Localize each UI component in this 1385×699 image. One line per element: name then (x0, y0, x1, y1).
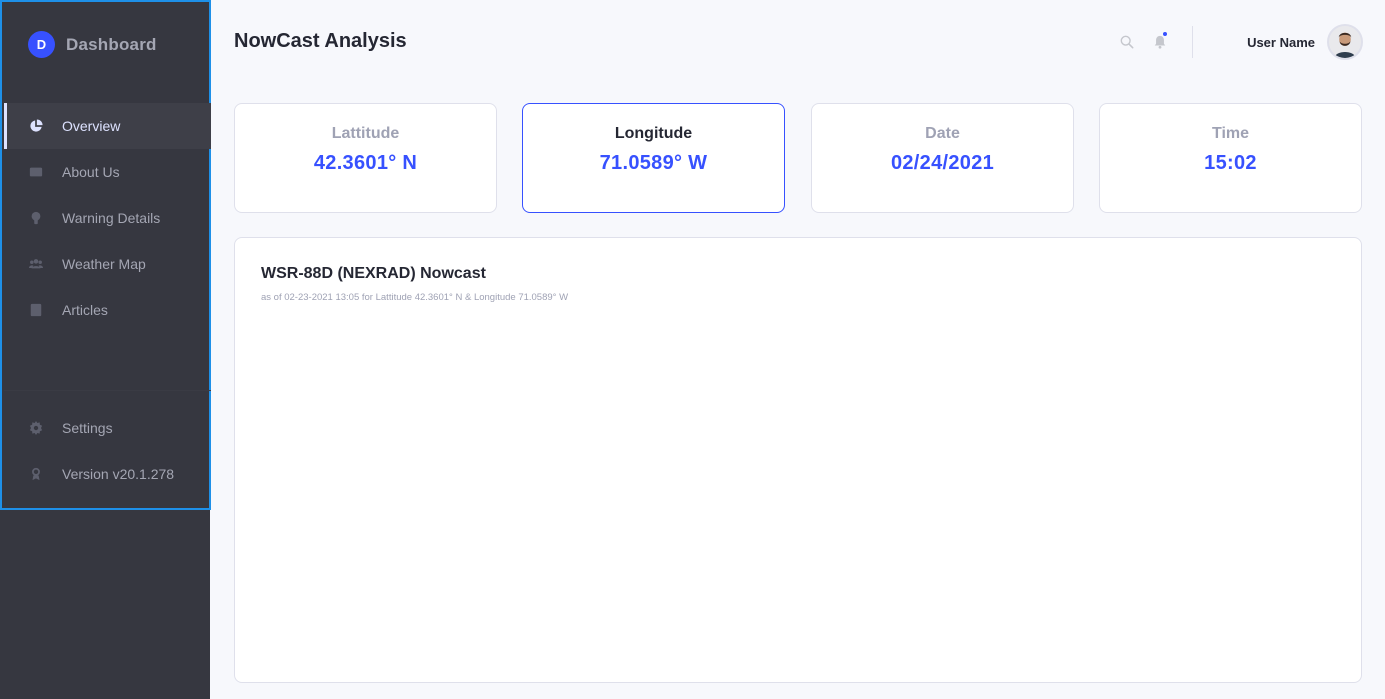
sidebar-item-label: Version v20.1.278 (62, 466, 175, 482)
badge-icon (28, 466, 44, 482)
stat-card-time[interactable]: Time 15:02 (1099, 103, 1362, 213)
sidebar-item-label: Warning Details (62, 210, 161, 226)
gear-icon (28, 420, 44, 436)
sidebar-item-label: Overview (62, 118, 121, 134)
stat-card-longitude[interactable]: Longitude 71.0589° W (522, 103, 785, 213)
header-divider (1192, 26, 1194, 58)
panel-title: WSR-88D (NEXRAD) Nowcast (261, 265, 486, 282)
nowcast-panel: WSR-88D (NEXRAD) Nowcast as of 02-23-202… (234, 237, 1362, 683)
card-value: 42.3601° N (313, 152, 418, 174)
user-name[interactable]: User Name (1247, 35, 1315, 50)
card-value: 02/24/2021 (890, 152, 995, 174)
panel-subtitle: as of 02-23-2021 13:05 for Lattitude 42.… (261, 292, 569, 303)
sidebar-item-about-us[interactable]: About Us (4, 149, 211, 195)
sidebar-item-label: Articles (62, 302, 108, 318)
id-card-icon (28, 164, 44, 180)
stat-card-latitude[interactable]: Lattitude 42.3601° N (234, 103, 497, 213)
pie-chart-icon (28, 118, 44, 134)
lightbulb-icon (28, 210, 44, 226)
sidebar-item-weather-map[interactable]: Weather Map (4, 241, 211, 287)
search-icon[interactable] (1119, 34, 1135, 50)
sidebar-divider (4, 390, 211, 391)
sidebar-item-label: About Us (62, 164, 120, 180)
page-title: NowCast Analysis (234, 30, 407, 52)
sidebar-item-version[interactable]: Version v20.1.278 (4, 451, 211, 497)
brand-logo-icon: D (28, 31, 55, 58)
brand[interactable]: D Dashboard (28, 31, 157, 58)
card-label: Time (1211, 125, 1250, 142)
bell-icon[interactable] (1152, 31, 1169, 50)
book-icon (28, 302, 44, 318)
sidebar-item-warning-details[interactable]: Warning Details (4, 195, 211, 241)
sidebar-item-label: Weather Map (62, 256, 146, 272)
sidebar-item-overview[interactable]: Overview (4, 103, 211, 149)
card-label: Longitude (614, 125, 693, 142)
sidebar-menu-region: D Dashboard Overview About Us Warning De… (0, 0, 211, 510)
card-value: 15:02 (1204, 152, 1257, 174)
sidebar-item-articles[interactable]: Articles (4, 287, 211, 333)
header-toolbar: User Name (1102, 24, 1363, 60)
card-label: Date (925, 125, 960, 142)
users-icon (28, 256, 44, 272)
card-value: 71.0589° W (599, 152, 708, 174)
stat-card-date[interactable]: Date 02/24/2021 (811, 103, 1074, 213)
sidebar: D Dashboard Overview About Us Warning De… (0, 0, 211, 699)
card-label: Lattitude (331, 125, 400, 142)
sidebar-item-label: Settings (62, 420, 113, 436)
brand-title: Dashboard (66, 34, 157, 54)
notification-badge (1162, 31, 1169, 37)
avatar[interactable] (1327, 24, 1363, 60)
sidebar-item-settings[interactable]: Settings (4, 405, 211, 451)
